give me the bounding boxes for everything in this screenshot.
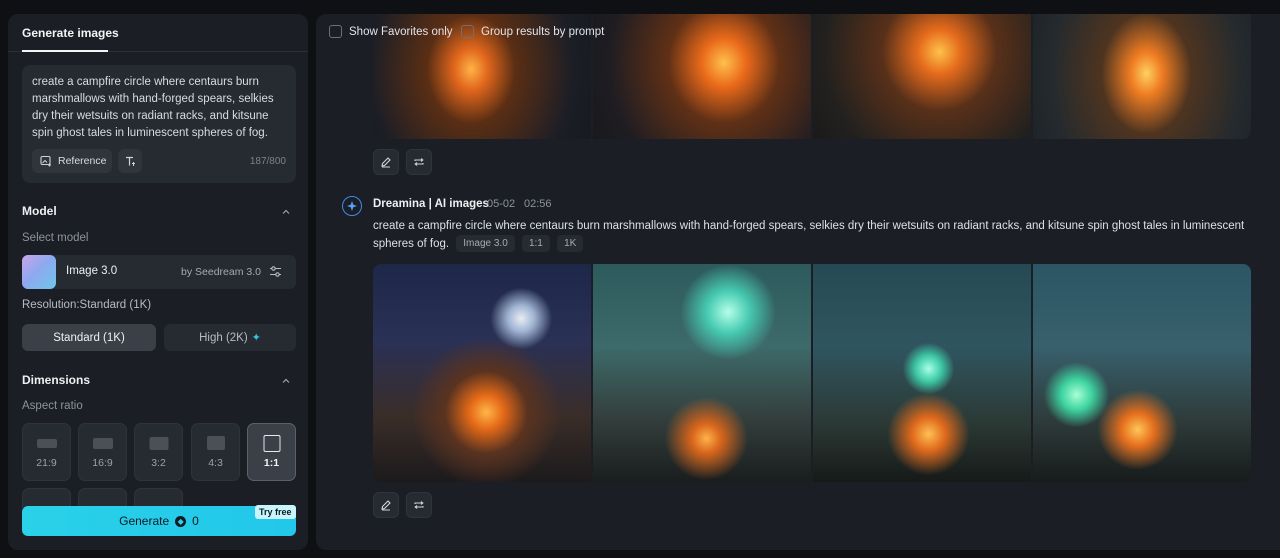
generate-label: Generate	[119, 514, 170, 528]
tab-bar: Generate images	[8, 14, 308, 52]
chevron-up-icon[interactable]	[282, 377, 290, 385]
aspect-button-partial[interactable]	[22, 488, 71, 508]
post-prompt: create a campfire circle where centaurs …	[373, 217, 1278, 253]
dreamina-logo-icon	[342, 196, 362, 216]
favorites-filter[interactable]: Show Favorites only	[329, 25, 453, 38]
resolution-standard-button[interactable]: Standard (1K)	[22, 324, 156, 351]
resolution-tag: 1K	[557, 235, 584, 253]
regenerate-button[interactable]	[406, 492, 432, 518]
try-free-badge: Try free	[255, 505, 296, 519]
aspect-shape-icon	[92, 438, 113, 449]
pencil-icon	[381, 500, 391, 511]
text-style-button[interactable]	[118, 149, 142, 173]
aspect-label: 1:1	[263, 457, 280, 469]
aspect-shape-icon	[149, 437, 168, 450]
aspect-16-9-button[interactable]: 16:9	[78, 423, 127, 481]
generated-image[interactable]	[373, 264, 591, 482]
model-tag: Image 3.0	[456, 235, 515, 253]
generated-image[interactable]	[593, 264, 811, 482]
image-gallery	[373, 264, 1251, 482]
aspect-21-9-button[interactable]: 21:9	[22, 423, 71, 481]
generate-panel: Generate images create a campfire circle…	[8, 14, 308, 550]
favorites-label: Show Favorites only	[349, 25, 453, 38]
aspect-label: 4:3	[208, 457, 223, 469]
resolution-high-button[interactable]: High (2K) ✦	[164, 324, 296, 351]
model-thumbnail	[22, 255, 56, 289]
resolution-label: Resolution:Standard (1K)	[22, 299, 152, 311]
generated-image[interactable]	[813, 14, 1031, 139]
aspect-button-partial[interactable]	[134, 488, 183, 508]
char-count: 187/800	[249, 156, 286, 167]
group-label: Group results by prompt	[481, 25, 605, 38]
ratio-tag: 1:1	[521, 235, 550, 253]
prompt-input[interactable]: create a campfire circle where centaurs …	[32, 74, 286, 142]
generated-image[interactable]	[1033, 264, 1251, 482]
pencil-icon	[381, 157, 391, 168]
post-author: Dreamina | AI images	[373, 198, 489, 210]
generate-cost: 0	[192, 514, 199, 528]
aspect-label: 21:9	[36, 457, 57, 469]
dimensions-section-title: Dimensions	[22, 373, 91, 387]
generated-image[interactable]	[813, 264, 1031, 482]
tab-underline	[22, 50, 108, 52]
group-checkbox[interactable]	[461, 25, 474, 38]
generated-image[interactable]	[1033, 14, 1251, 139]
chevron-up-icon[interactable]	[282, 208, 290, 216]
generated-image[interactable]	[593, 14, 811, 139]
settings-sliders-icon[interactable]	[269, 265, 282, 278]
aspect-shape-icon	[206, 436, 225, 450]
model-section-title: Model	[22, 204, 57, 218]
regenerate-button[interactable]	[406, 149, 432, 175]
aspect-ratio-label: Aspect ratio	[22, 400, 83, 412]
aspect-shape-icon	[263, 435, 280, 452]
group-filter[interactable]: Group results by prompt	[461, 25, 604, 38]
resolution-standard-label: Standard (1K)	[53, 331, 125, 344]
model-name: Image 3.0	[66, 265, 118, 277]
post-date: 05-02	[487, 198, 516, 210]
reference-label: Reference	[58, 155, 107, 167]
aspect-label: 3:2	[151, 457, 166, 469]
model-selector[interactable]: Image 3.0 by Seedream 3.0	[22, 255, 296, 289]
aspect-3-2-button[interactable]: 3:2	[134, 423, 183, 481]
post-time: 02:56	[524, 198, 552, 210]
repeat-icon	[414, 501, 424, 509]
sparkle-icon: ✦	[251, 332, 261, 344]
aspect-button-partial[interactable]	[78, 488, 127, 508]
reference-button[interactable]: Reference	[32, 149, 112, 173]
credit-icon: ◆	[175, 515, 187, 527]
text-icon	[125, 156, 135, 166]
edit-button[interactable]	[373, 149, 399, 175]
edit-button[interactable]	[373, 492, 399, 518]
resolution-high-label: High (2K)	[199, 331, 248, 344]
model-provider: by Seedream 3.0	[181, 266, 261, 278]
aspect-label: 16:9	[92, 457, 113, 469]
select-model-label: Select model	[22, 232, 89, 244]
results-panel: Show Favorites only Group results by pro…	[316, 14, 1280, 550]
aspect-shape-icon	[36, 439, 57, 448]
aspect-4-3-button[interactable]: 4:3	[191, 423, 240, 481]
prompt-box[interactable]: create a campfire circle where centaurs …	[22, 65, 296, 183]
image-add-icon	[40, 155, 51, 167]
tab-generate-images[interactable]: Generate images	[22, 26, 119, 40]
repeat-icon	[414, 158, 424, 166]
favorites-checkbox[interactable]	[329, 25, 342, 38]
aspect-1-1-button[interactable]: 1:1	[247, 423, 296, 481]
